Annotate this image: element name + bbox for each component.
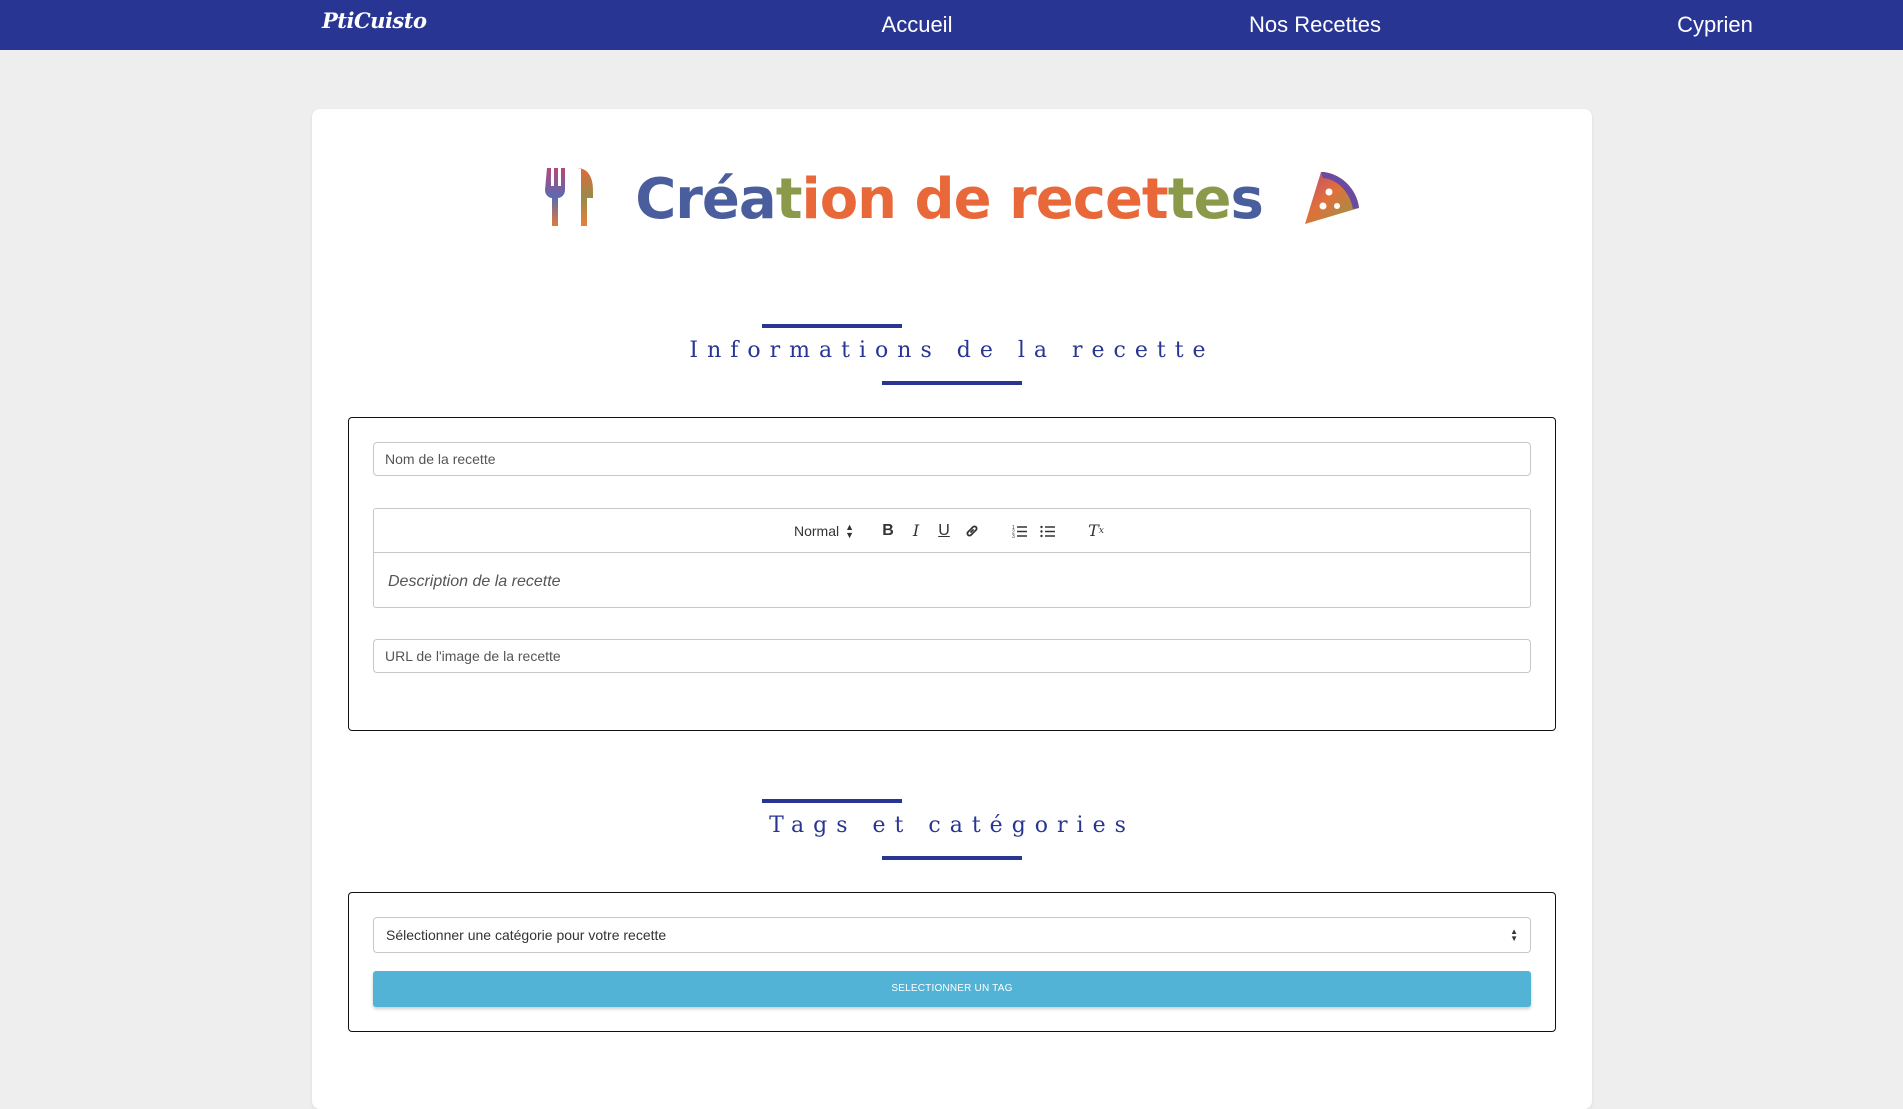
bold-icon[interactable]: B bbox=[874, 519, 902, 543]
heading-bar-bottom bbox=[882, 381, 1022, 385]
page-title-text: Création de recettes bbox=[635, 166, 1264, 232]
select-tag-button[interactable]: SELECTIONNER UN TAG bbox=[373, 971, 1531, 1007]
heading-bar-top bbox=[762, 799, 902, 803]
heading-bar-bottom bbox=[882, 856, 1022, 860]
clear-format-icon[interactable]: Tx bbox=[1082, 519, 1110, 543]
updown-icon: ▲ ▼ bbox=[1510, 927, 1518, 943]
recipe-name-input[interactable] bbox=[373, 442, 1531, 476]
fork-knife-icon bbox=[541, 166, 597, 233]
format-select[interactable]: Normal ▲ ▼ bbox=[793, 521, 855, 540]
ordered-list-icon[interactable]: 123 bbox=[1006, 519, 1034, 543]
description-editor: Normal ▲ ▼ B I U 123 Tx Description de l… bbox=[373, 508, 1531, 608]
underline-icon[interactable]: U bbox=[930, 519, 958, 543]
category-select[interactable]: Sélectionner une catégorie pour votre re… bbox=[373, 917, 1531, 953]
nav-link-user[interactable]: Cyprien bbox=[1677, 12, 1753, 38]
italic-icon[interactable]: I bbox=[902, 519, 930, 543]
nav-link-nos-recettes[interactable]: Nos Recettes bbox=[1249, 12, 1381, 38]
tags-panel: Sélectionner une catégorie pour votre re… bbox=[348, 892, 1556, 1032]
svg-text:3: 3 bbox=[1012, 534, 1015, 538]
info-section-title: Informations de la recette bbox=[689, 338, 1215, 363]
nav-link-accueil[interactable]: Accueil bbox=[882, 12, 953, 38]
site-logo[interactable]: PtiCuisto bbox=[322, 8, 427, 33]
recipe-form-card: Création de recettes Informations de la … bbox=[312, 109, 1592, 1109]
recipe-info-panel: Normal ▲▼ B I U 123 Tx Descripti bbox=[348, 417, 1556, 731]
category-select-value: Sélectionner une catégorie pour votre re… bbox=[386, 927, 667, 943]
pizza-slice-icon bbox=[1301, 166, 1363, 233]
description-placeholder[interactable]: Description de la recette bbox=[374, 553, 1530, 611]
bullet-list-icon[interactable] bbox=[1034, 519, 1062, 543]
tags-section-title: Tags et catégories bbox=[769, 813, 1135, 838]
recipe-image-url-input[interactable] bbox=[373, 639, 1531, 673]
link-icon[interactable] bbox=[958, 519, 986, 543]
page-title: Création de recettes bbox=[312, 159, 1592, 239]
format-select-value: Normal bbox=[793, 522, 840, 539]
heading-bar-top bbox=[762, 324, 902, 328]
top-navbar: PtiCuisto Accueil Nos Recettes Cyprien bbox=[0, 0, 1903, 50]
editor-toolbar: Normal ▲ ▼ B I U 123 Tx bbox=[374, 509, 1530, 553]
updown-icon: ▲ ▼ bbox=[845, 521, 855, 540]
